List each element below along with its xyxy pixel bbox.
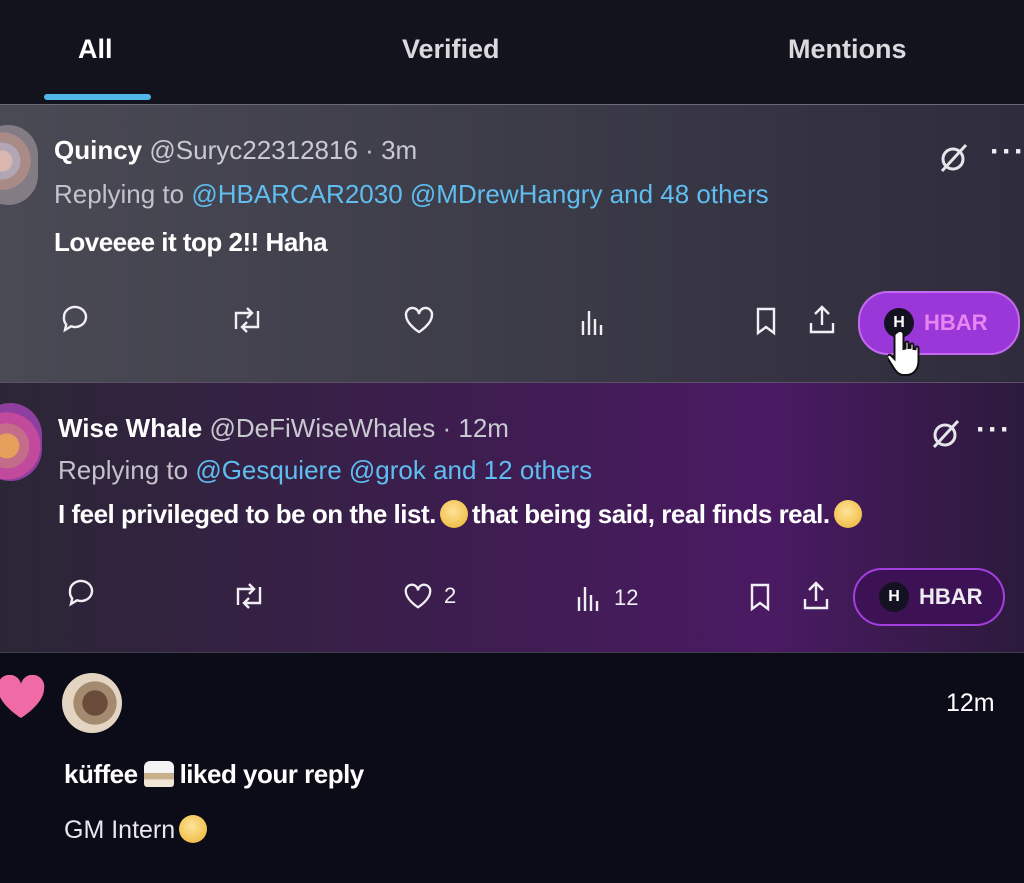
hbar-label: HBAR	[924, 310, 988, 335]
share-icon	[809, 305, 835, 334]
tab-verified[interactable]: Verified	[402, 34, 500, 65]
analytics-icon	[581, 311, 603, 335]
salute-emoji-icon	[179, 815, 208, 843]
author-handle[interactable]: @Suryc22312816	[149, 135, 358, 165]
post-text-part-a: I feel privileged to be on the list.	[58, 499, 436, 529]
author-name[interactable]: Wise Whale	[58, 413, 202, 443]
reply-button[interactable]	[58, 303, 92, 335]
replying-to: Replying to @Gesquiere @grok and 12 othe…	[58, 455, 592, 486]
more-icon[interactable]: ···	[976, 413, 1012, 447]
repost-icon	[236, 583, 262, 609]
bookmark-icon	[750, 583, 770, 612]
like-notification[interactable]: 12m küffee liked your reply GM Intern	[0, 652, 1024, 883]
post-text-part-b: that being said, real finds real.	[471, 499, 830, 529]
liked-reply-snippet: GM Intern	[64, 815, 211, 845]
analytics-icon	[577, 587, 599, 611]
hbar-tag-button[interactable]: H HBAR	[853, 568, 1005, 626]
tab-bar: All Verified Mentions	[0, 0, 1024, 104]
bookmark-icon	[756, 307, 776, 336]
author-name[interactable]: Quincy	[54, 135, 142, 165]
more-icon[interactable]: ···	[990, 135, 1024, 169]
repost-button[interactable]	[228, 305, 266, 335]
heart-icon	[404, 583, 432, 609]
reply-mentions[interactable]: @HBARCAR2030 @MDrewHangry and 48 others	[191, 179, 768, 209]
share-button[interactable]	[800, 579, 832, 613]
grok-slash-icon[interactable]	[936, 141, 970, 182]
post-header: Wise Whale @DeFiWiseWhales · 12m	[58, 413, 509, 444]
post-text: Loveeee it top 2!! Haha	[54, 227, 328, 257]
separator: ·	[442, 413, 452, 443]
bookmark-button[interactable]	[746, 581, 774, 613]
reply-mentions[interactable]: @Gesquiere @grok and 12 others	[195, 455, 592, 485]
repost-button[interactable]	[230, 581, 268, 611]
views-button[interactable]: 12	[574, 583, 638, 613]
bookmark-button[interactable]	[752, 305, 780, 337]
hbar-tag-button[interactable]: H HBAR	[858, 291, 1020, 355]
post-time[interactable]: 12m	[458, 413, 509, 443]
replying-to: Replying to @HBARCAR2030 @MDrewHangry an…	[54, 179, 769, 210]
avatar[interactable]	[62, 673, 122, 733]
grok-slash-icon[interactable]	[928, 417, 962, 458]
post-quincy[interactable]: Quincy @Suryc22312816 · 3m ··· Replying …	[0, 104, 1024, 383]
comment-icon	[68, 579, 94, 607]
like-button[interactable]	[402, 305, 436, 335]
author-handle[interactable]: @DeFiWiseWhales	[209, 413, 435, 443]
post-wise-whale[interactable]: Wise Whale @DeFiWiseWhales · 12m ··· Rep…	[0, 382, 1024, 653]
cake-emoji-icon	[143, 761, 174, 787]
heart-icon	[0, 675, 45, 718]
post-header: Quincy @Suryc22312816 · 3m	[54, 135, 417, 166]
repost-icon	[234, 307, 260, 333]
replying-prefix: Replying to	[58, 455, 196, 485]
view-count: 12	[614, 585, 639, 610]
separator: ·	[365, 135, 374, 165]
share-icon	[803, 581, 829, 610]
hand-cursor-icon	[888, 329, 920, 376]
notification-time: 12m	[946, 689, 995, 717]
post-time[interactable]: 3m	[381, 135, 417, 165]
notification-text: küffee liked your reply	[64, 759, 364, 790]
share-button[interactable]	[806, 303, 838, 337]
active-tab-indicator	[44, 94, 151, 100]
views-button[interactable]	[578, 307, 608, 337]
comment-icon	[62, 305, 88, 333]
like-button[interactable]: 2	[402, 581, 456, 611]
replying-prefix: Replying to	[54, 179, 192, 209]
tab-mentions[interactable]: Mentions	[788, 34, 907, 65]
hbar-logo-icon: H	[879, 582, 909, 612]
notification-action: liked your reply	[179, 759, 365, 789]
like-count: 2	[444, 583, 457, 608]
tab-all[interactable]: All	[78, 34, 113, 65]
avatar[interactable]	[0, 403, 42, 481]
heart-icon	[404, 306, 434, 334]
post-text: I feel privileged to be on the list. that…	[58, 499, 866, 530]
salute-emoji-icon	[439, 500, 468, 528]
snippet-text: GM Intern	[64, 816, 176, 844]
avatar[interactable]	[0, 125, 38, 205]
clap-emoji-icon	[833, 500, 862, 528]
reply-button[interactable]	[64, 577, 98, 609]
hbar-label: HBAR	[919, 584, 983, 609]
liker-name[interactable]: küffee	[64, 759, 138, 789]
